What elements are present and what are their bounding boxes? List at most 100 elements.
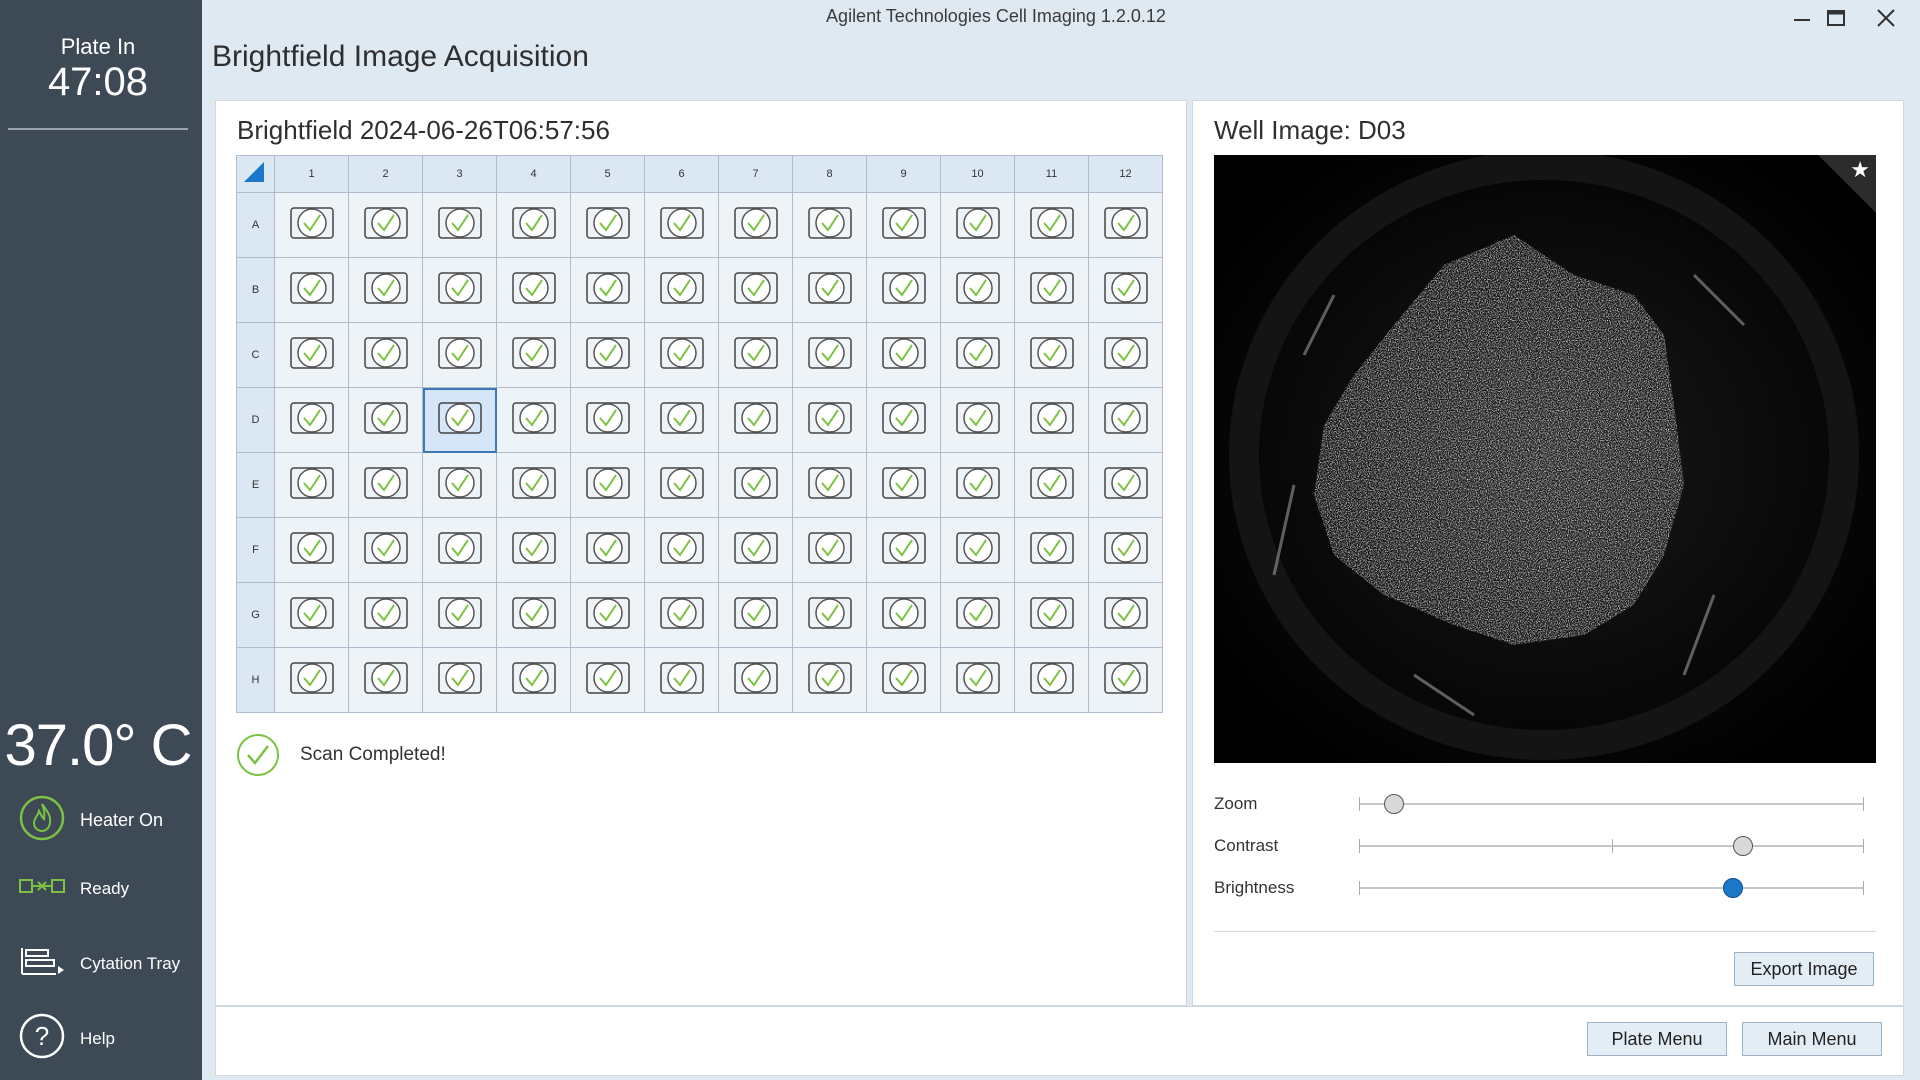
well-cell[interactable]	[644, 582, 719, 648]
well-cell[interactable]	[348, 582, 423, 648]
well-cell[interactable]	[644, 322, 719, 388]
well-cell[interactable]	[422, 257, 497, 323]
contrast-slider[interactable]: Contrast	[1214, 831, 1864, 861]
well-cell[interactable]	[940, 517, 1015, 583]
well-cell[interactable]	[274, 257, 349, 323]
well-cell[interactable]	[792, 647, 867, 713]
well-cell[interactable]	[274, 192, 349, 258]
well-cell[interactable]	[570, 647, 645, 713]
well-cell[interactable]	[940, 257, 1015, 323]
well-cell[interactable]	[422, 322, 497, 388]
well-cell[interactable]	[1088, 452, 1163, 518]
well-cell[interactable]	[644, 257, 719, 323]
well-cell[interactable]	[274, 322, 349, 388]
brightness-track[interactable]	[1359, 878, 1864, 898]
well-cell[interactable]	[422, 192, 497, 258]
well-cell[interactable]	[866, 582, 941, 648]
well-cell[interactable]	[866, 647, 941, 713]
well-cell[interactable]	[940, 452, 1015, 518]
row-header[interactable]: C	[236, 322, 275, 388]
row-header[interactable]: A	[236, 192, 275, 258]
select-all-corner[interactable]	[236, 155, 275, 193]
row-header[interactable]: B	[236, 257, 275, 323]
well-cell[interactable]	[1014, 517, 1089, 583]
well-cell[interactable]	[274, 387, 349, 453]
well-cell[interactable]	[274, 582, 349, 648]
well-cell[interactable]	[866, 192, 941, 258]
well-cell[interactable]	[792, 387, 867, 453]
well-cell[interactable]	[1014, 192, 1089, 258]
close-button[interactable]	[1870, 4, 1902, 32]
well-cell[interactable]	[644, 192, 719, 258]
column-header[interactable]: 4	[496, 155, 571, 193]
well-cell[interactable]	[1088, 582, 1163, 648]
well-cell[interactable]	[570, 322, 645, 388]
column-header[interactable]: 3	[422, 155, 497, 193]
well-cell[interactable]	[1088, 647, 1163, 713]
well-cell[interactable]	[940, 192, 1015, 258]
well-cell[interactable]	[1014, 582, 1089, 648]
well-cell[interactable]	[348, 387, 423, 453]
well-cell[interactable]	[792, 582, 867, 648]
well-cell[interactable]	[792, 192, 867, 258]
column-header[interactable]: 11	[1014, 155, 1089, 193]
well-cell[interactable]	[718, 192, 793, 258]
well-cell[interactable]	[644, 387, 719, 453]
well-cell[interactable]	[496, 322, 571, 388]
well-cell[interactable]	[570, 387, 645, 453]
well-cell[interactable]	[1088, 322, 1163, 388]
well-cell[interactable]	[866, 517, 941, 583]
column-header[interactable]: 12	[1088, 155, 1163, 193]
well-cell[interactable]	[1014, 322, 1089, 388]
well-cell[interactable]	[718, 257, 793, 323]
well-cell[interactable]	[1088, 192, 1163, 258]
row-header[interactable]: F	[236, 517, 275, 583]
ready-status[interactable]: Ready	[18, 876, 129, 901]
well-cell[interactable]	[644, 647, 719, 713]
well-cell[interactable]	[274, 647, 349, 713]
well-cell[interactable]	[422, 387, 497, 453]
row-header[interactable]: E	[236, 452, 275, 518]
well-cell[interactable]	[274, 517, 349, 583]
well-cell[interactable]	[866, 322, 941, 388]
well-cell[interactable]	[866, 257, 941, 323]
well-cell[interactable]	[718, 647, 793, 713]
star-icon[interactable]: ★	[1850, 157, 1870, 183]
well-cell[interactable]	[718, 322, 793, 388]
contrast-track[interactable]	[1359, 836, 1864, 856]
well-cell[interactable]	[1088, 387, 1163, 453]
export-image-button[interactable]: Export Image	[1734, 952, 1874, 986]
well-cell[interactable]	[570, 192, 645, 258]
column-header[interactable]: 5	[570, 155, 645, 193]
well-cell[interactable]	[792, 517, 867, 583]
well-cell[interactable]	[718, 387, 793, 453]
well-cell[interactable]	[422, 582, 497, 648]
well-cell[interactable]	[348, 192, 423, 258]
well-cell[interactable]	[940, 322, 1015, 388]
well-cell[interactable]	[570, 582, 645, 648]
column-header[interactable]: 6	[644, 155, 719, 193]
cytation-tray-button[interactable]: Cytation Tray	[18, 944, 180, 983]
column-header[interactable]: 10	[940, 155, 1015, 193]
well-cell[interactable]	[496, 192, 571, 258]
maximize-button[interactable]	[1820, 4, 1852, 32]
zoom-track[interactable]	[1359, 794, 1864, 814]
well-cell[interactable]	[940, 647, 1015, 713]
zoom-thumb[interactable]	[1384, 794, 1405, 814]
well-cell[interactable]	[422, 517, 497, 583]
well-cell[interactable]	[792, 452, 867, 518]
well-cell[interactable]	[940, 387, 1015, 453]
well-cell[interactable]	[570, 257, 645, 323]
well-cell[interactable]	[496, 452, 571, 518]
well-cell[interactable]	[866, 452, 941, 518]
well-cell[interactable]	[792, 257, 867, 323]
column-header[interactable]: 1	[274, 155, 349, 193]
well-cell[interactable]	[718, 452, 793, 518]
column-header[interactable]: 7	[718, 155, 793, 193]
well-cell[interactable]	[348, 452, 423, 518]
well-cell[interactable]	[348, 517, 423, 583]
well-cell[interactable]	[348, 257, 423, 323]
well-cell[interactable]	[496, 387, 571, 453]
contrast-thumb[interactable]	[1732, 836, 1753, 856]
well-cell[interactable]	[570, 452, 645, 518]
